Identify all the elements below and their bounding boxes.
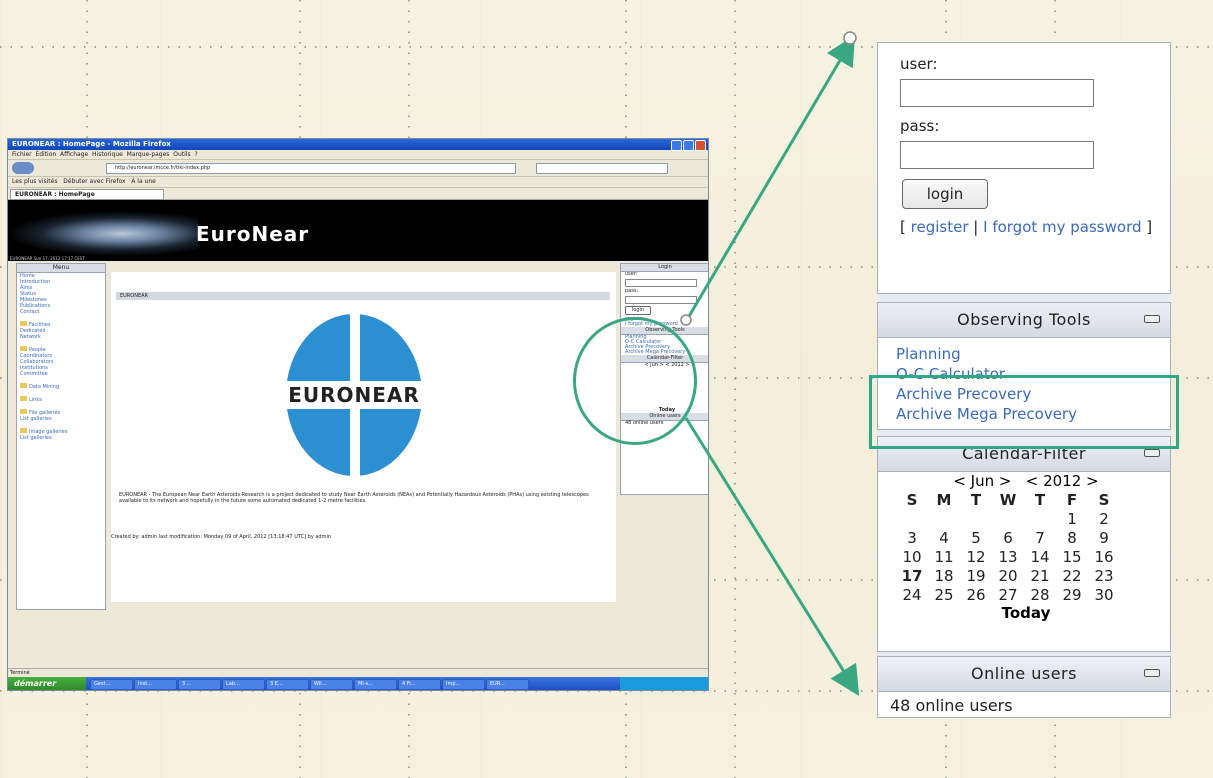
day-cell[interactable]: 14	[1024, 547, 1056, 566]
day-cell[interactable]: 1	[1056, 509, 1088, 528]
day-cell[interactable]	[960, 509, 992, 528]
day-cell[interactable]: 29	[1056, 585, 1088, 604]
weekday: S	[1098, 490, 1110, 509]
online-users-title: Online users	[971, 664, 1077, 683]
week-row: 17 18 19 20 21 22 23	[896, 566, 1120, 585]
day-cell[interactable]	[928, 509, 960, 528]
day-cell[interactable]	[896, 509, 928, 528]
week-row: 10 11 12 13 14 15 16	[896, 547, 1120, 566]
observing-tools-title: Observing Tools	[957, 310, 1091, 329]
day-cell[interactable]: 8	[1056, 528, 1088, 547]
today-link[interactable]: Today	[896, 604, 1156, 622]
weekday: T	[1034, 490, 1046, 509]
calendar-nav: < Jun > < 2012 >	[896, 472, 1156, 490]
day-cell[interactable]: 9	[1088, 528, 1120, 547]
tool-link-planning[interactable]: Planning	[896, 344, 1170, 364]
pass-input[interactable]	[900, 141, 1094, 169]
day-cell[interactable]: 18	[928, 566, 960, 585]
arrow-down	[684, 417, 860, 697]
day-cell[interactable]: 30	[1088, 585, 1120, 604]
day-cell[interactable]: 6	[992, 528, 1024, 547]
day-cell[interactable]: 19	[960, 566, 992, 585]
login-panel: user: pass: login [ register | I forgot …	[877, 42, 1171, 294]
day-cell[interactable]: 3	[896, 528, 928, 547]
online-users-header: Online users	[878, 657, 1170, 692]
day-cell[interactable]: 2	[1088, 509, 1120, 528]
day-cell[interactable]: 15	[1056, 547, 1088, 566]
observing-tools-header: Observing Tools	[878, 303, 1170, 338]
weekday-row: S M T W T F S	[896, 490, 1120, 509]
archive-links-highlight	[869, 375, 1179, 449]
forgot-password-link[interactable]: I forgot my password	[983, 218, 1141, 236]
weekday: W	[999, 490, 1017, 509]
day-cell[interactable]	[1024, 509, 1056, 528]
online-users-panel: Online users 48 online users	[877, 656, 1171, 718]
day-cell[interactable]: 12	[960, 547, 992, 566]
arrow-up	[686, 34, 856, 319]
minimize-panel-icon[interactable]	[1144, 315, 1160, 323]
calendar-panel: Calendar-Filter < Jun > < 2012 > S M T W…	[877, 436, 1171, 652]
week-row: 12	[896, 509, 1120, 528]
day-cell[interactable]: 13	[992, 547, 1024, 566]
arrow-anchor-top	[843, 31, 857, 45]
day-cell[interactable]: 4	[928, 528, 960, 547]
day-cell[interactable]: 16	[1088, 547, 1120, 566]
week-row: 24 25 26 27 28 29 30	[896, 585, 1120, 604]
day-cell[interactable]: 20	[992, 566, 1024, 585]
pass-label: pass:	[900, 117, 940, 135]
day-cell[interactable]: 28	[1024, 585, 1056, 604]
day-cell[interactable]: 23	[1088, 566, 1120, 585]
separator: |	[973, 218, 979, 236]
login-button[interactable]: login	[902, 179, 988, 209]
online-users-text: 48 online users	[890, 696, 1013, 715]
day-cell[interactable]: 27	[992, 585, 1024, 604]
year-nav[interactable]: < 2012 >	[1026, 472, 1099, 490]
weekday: F	[1066, 490, 1078, 509]
day-cell[interactable]: 26	[960, 585, 992, 604]
calendar-grid: S M T W T F S 12 3456789 10 11 12 13 14 15 16	[896, 490, 1120, 604]
account-links: [ register | I forgot my password ]	[900, 217, 1170, 238]
bracket: [	[900, 218, 906, 236]
day-cell[interactable]: 22	[1056, 566, 1088, 585]
weekday: S	[906, 490, 918, 509]
day-cell[interactable]: 7	[1024, 528, 1056, 547]
day-cell[interactable]: 10	[896, 547, 928, 566]
day-cell[interactable]: 25	[928, 585, 960, 604]
week-row: 3456789	[896, 528, 1120, 547]
minimize-panel-icon[interactable]	[1144, 449, 1160, 457]
month-nav[interactable]: < Jun >	[953, 472, 1011, 490]
today-cell[interactable]: 17	[896, 566, 928, 585]
minimize-panel-icon[interactable]	[1144, 669, 1160, 677]
weekday: T	[970, 490, 982, 509]
calendar-widget: < Jun > < 2012 > S M T W T F S 12 3 4 5 …	[896, 472, 1170, 622]
bracket: ]	[1146, 218, 1153, 236]
user-input[interactable]	[900, 79, 1094, 107]
day-cell[interactable]: 5	[960, 528, 992, 547]
day-cell[interactable]	[992, 509, 1024, 528]
weekday: M	[936, 490, 952, 509]
day-cell[interactable]: 21	[1024, 566, 1056, 585]
day-cell[interactable]: 11	[928, 547, 960, 566]
arrow-anchor-mini	[680, 314, 692, 326]
register-link[interactable]: register	[911, 218, 969, 236]
user-label: user:	[900, 55, 938, 73]
day-cell[interactable]: 24	[896, 585, 928, 604]
